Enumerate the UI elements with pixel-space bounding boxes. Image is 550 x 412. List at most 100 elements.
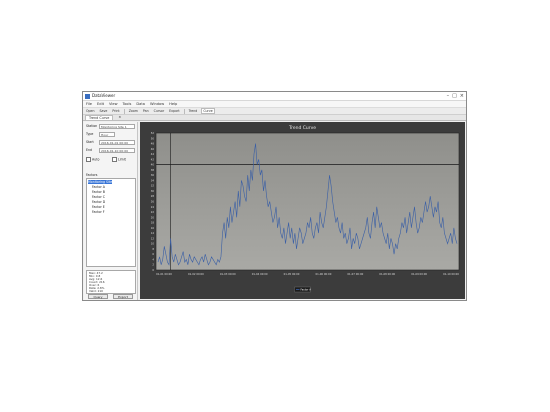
chart-title: Trend Curve bbox=[288, 125, 316, 131]
x-tick-label: 01-07 00:00 bbox=[347, 272, 363, 276]
window-controls: – □ × bbox=[447, 93, 464, 99]
trend-chart[interactable]: Trend Curve02468101214161820222426283032… bbox=[140, 122, 465, 299]
menu-tools[interactable]: Tools bbox=[123, 101, 132, 107]
legend-label: Factor A bbox=[301, 288, 312, 292]
toolbar-separator bbox=[123, 108, 125, 114]
toolbar-export-button[interactable]: Export bbox=[168, 109, 180, 113]
y-tick-label: 6 bbox=[152, 252, 154, 256]
app-window: DataViewer – □ × File Edit View Tools Da… bbox=[82, 91, 467, 301]
x-tick-label: 01-08 00:00 bbox=[379, 272, 395, 276]
toolbar: Open Save Print Zoom Pan Cursor Export T… bbox=[83, 108, 466, 115]
auto-checkbox[interactable]: Auto bbox=[86, 157, 99, 162]
query-button[interactable]: Query bbox=[88, 294, 108, 299]
y-tick-label: 2 bbox=[152, 263, 154, 267]
maximize-button[interactable]: □ bbox=[452, 93, 457, 99]
y-tick-label: 12 bbox=[151, 236, 155, 240]
export-button[interactable]: Export bbox=[113, 294, 133, 299]
y-tick-label: 10 bbox=[151, 242, 155, 246]
menu-data[interactable]: Data bbox=[136, 101, 145, 107]
toolbar-curve-button[interactable]: Curve bbox=[201, 108, 215, 114]
stat-line: Valid: 210 bbox=[89, 289, 103, 293]
window-title: DataViewer bbox=[92, 93, 116, 98]
toolbar-zoom-button[interactable]: Zoom bbox=[128, 109, 139, 113]
type-select[interactable]: Hour bbox=[99, 132, 115, 137]
y-tick-label: 24 bbox=[151, 205, 155, 209]
y-tick-label: 8 bbox=[152, 247, 154, 251]
y-tick-label: 48 bbox=[151, 142, 155, 146]
station-row: Station Monitoring Site 1 bbox=[86, 124, 136, 130]
limit-checkbox[interactable]: Limit bbox=[112, 157, 126, 162]
tree-item[interactable]: Factor C bbox=[92, 195, 105, 199]
toolbar-print-button[interactable]: Print bbox=[111, 109, 120, 113]
toolbar-open-button[interactable]: Open bbox=[85, 109, 96, 113]
menu-bar: File Edit View Tools Data Window Help bbox=[83, 101, 466, 108]
y-tick-label: 46 bbox=[151, 147, 155, 151]
y-tick-label: 38 bbox=[151, 168, 155, 172]
x-tick-label: 01-04 00:00 bbox=[252, 272, 268, 276]
y-tick-label: 26 bbox=[151, 200, 155, 204]
x-tick-label: 01-01 00:00 bbox=[156, 272, 172, 276]
toolbar-trend-button[interactable]: Trend bbox=[188, 109, 199, 113]
type-row: Type Hour bbox=[86, 132, 136, 138]
tree-item[interactable]: Factor D bbox=[92, 200, 105, 204]
query-sidebar: Station Monitoring Site 1 Type Hour Star… bbox=[84, 122, 138, 300]
tab-close-button[interactable]: × bbox=[115, 115, 124, 120]
y-tick-label: 36 bbox=[151, 173, 155, 177]
tree-item[interactable]: Factor F bbox=[92, 210, 105, 214]
y-tick-label: 18 bbox=[151, 221, 155, 225]
y-tick-label: 20 bbox=[151, 215, 155, 219]
y-tick-label: 22 bbox=[151, 210, 155, 214]
start-date-input[interactable]: 2016-01-01 00:00 bbox=[99, 140, 135, 145]
menu-file[interactable]: File bbox=[86, 101, 92, 107]
menu-help[interactable]: Help bbox=[169, 101, 177, 107]
statistics-panel: Max: 47.2 Min: 0.8 Avg: 12.6 Count: 216 … bbox=[86, 270, 136, 294]
minimize-button[interactable]: – bbox=[447, 93, 450, 99]
tree-item[interactable]: Factor E bbox=[92, 205, 105, 209]
end-date-input[interactable]: 2016-01-10 00:00 bbox=[99, 148, 135, 153]
toolbar-pan-button[interactable]: Pan bbox=[142, 109, 150, 113]
x-tick-label: 01-03 00:00 bbox=[220, 272, 236, 276]
limit-checkbox-label: Limit bbox=[118, 157, 126, 162]
y-tick-label: 30 bbox=[151, 189, 155, 193]
x-tick-label: 01-02 00:00 bbox=[188, 272, 204, 276]
start-label: Start bbox=[86, 140, 94, 144]
tree-item[interactable]: Factor A bbox=[92, 185, 105, 189]
x-tick-label: 01-05 00:00 bbox=[284, 272, 300, 276]
y-tick-label: 16 bbox=[151, 226, 155, 230]
menu-view[interactable]: View bbox=[109, 101, 118, 107]
y-tick-label: 42 bbox=[151, 157, 155, 161]
toolbar-separator bbox=[183, 108, 185, 114]
close-button[interactable]: × bbox=[460, 93, 464, 99]
app-icon bbox=[85, 94, 90, 99]
tree-item[interactable]: Factor B bbox=[92, 190, 105, 194]
x-tick-label: 01-10 00:00 bbox=[443, 272, 459, 276]
station-select[interactable]: Monitoring Site 1 bbox=[99, 124, 135, 129]
y-tick-label: 52 bbox=[151, 131, 155, 135]
plot-area bbox=[155, 132, 460, 271]
toolbar-save-button[interactable]: Save bbox=[99, 109, 109, 113]
y-tick-label: 14 bbox=[151, 231, 155, 235]
factor-tree: Monitoring Site Factor A Factor B Factor… bbox=[86, 178, 136, 267]
auto-checkbox-label: Auto bbox=[92, 157, 100, 162]
chart-panel: Trend Curve 0 2 4 6 8 10 12 14 16 18 20 22 24 26 28 30 32… bbox=[140, 122, 465, 299]
tab-trend-curve[interactable]: Trend Curve bbox=[85, 115, 114, 120]
checkbox-icon bbox=[112, 157, 117, 162]
end-row: End 2016-01-10 00:00 bbox=[86, 148, 136, 154]
type-label: Type bbox=[86, 132, 94, 136]
menu-window[interactable]: Window bbox=[150, 101, 164, 107]
tree-root-item[interactable]: Monitoring Site bbox=[88, 180, 113, 184]
x-tick-label: 01-06 00:00 bbox=[316, 272, 332, 276]
station-label: Station bbox=[86, 124, 98, 128]
y-tick-label: 4 bbox=[152, 257, 154, 261]
y-tick-label: 40 bbox=[151, 163, 155, 167]
y-tick-label: 50 bbox=[151, 136, 155, 140]
y-tick-label: 0 bbox=[152, 268, 154, 272]
checkbox-icon bbox=[86, 157, 91, 162]
y-tick-label: 34 bbox=[151, 178, 155, 182]
end-label: End bbox=[86, 148, 93, 152]
menu-edit[interactable]: Edit bbox=[97, 101, 104, 107]
start-row: Start 2016-01-01 00:00 bbox=[86, 140, 136, 146]
toolbar-cursor-button[interactable]: Cursor bbox=[153, 109, 165, 113]
y-tick-label: 28 bbox=[151, 194, 155, 198]
y-tick-label: 44 bbox=[151, 152, 155, 156]
